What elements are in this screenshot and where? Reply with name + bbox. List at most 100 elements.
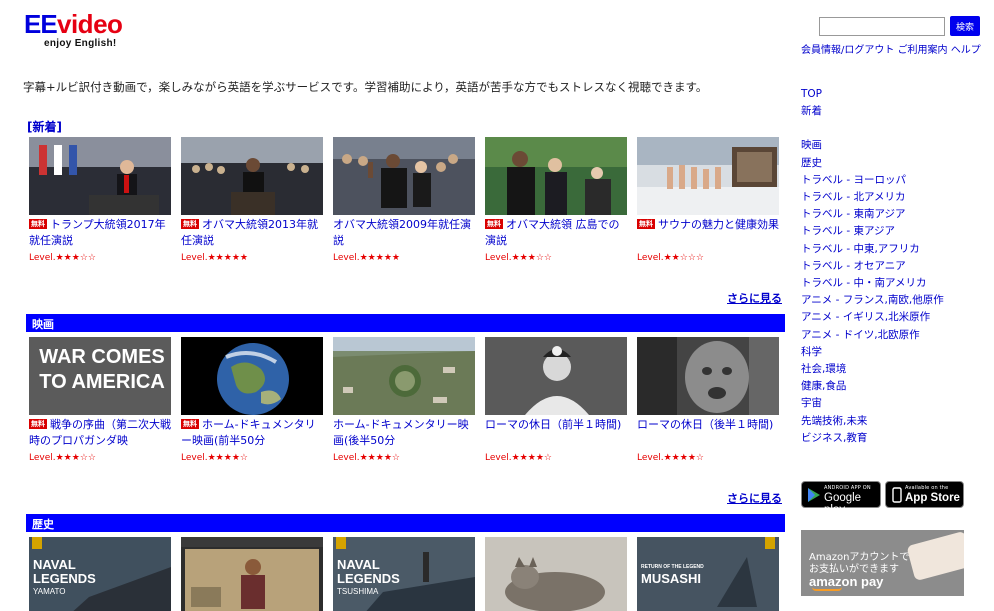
video-card[interactable]: 無料 オバマ大統領2013年就任演説 Level.★★★★★ (181, 137, 323, 263)
nav-item-travel-europe[interactable]: トラベル - ヨーロッパ (801, 172, 991, 189)
video-thumbnail[interactable] (637, 337, 779, 415)
video-thumbnail[interactable] (637, 137, 779, 215)
video-thumbnail[interactable] (181, 337, 323, 415)
thumbnail-caption: LEGENDS (337, 571, 400, 586)
search-input[interactable] (819, 17, 945, 36)
video-title[interactable]: 無料 戦争の序曲（第二次大戦時のプロパガンダ映 (29, 417, 171, 451)
video-title-text: オバマ大統領2013年就任演説 (181, 218, 318, 247)
thumbnail-caption: YAMATO (33, 587, 66, 596)
video-title[interactable]: 無料 トランプ大統領2017年就任演説 (29, 217, 171, 251)
free-badge: 無料 (181, 419, 199, 429)
phone-icon (892, 487, 902, 503)
video-thumbnail[interactable] (333, 337, 475, 415)
video-title[interactable]: ローマの休日（前半１時間) (485, 417, 627, 451)
nav-item-travel-southeast-asia[interactable]: トラベル - 東南アジア (801, 206, 991, 223)
video-card[interactable]: 無料 ホーム-ドキュメンタリー映画(前半50分 Level.★★★★☆ (181, 337, 323, 463)
video-title-text: ホーム-ドキュメンタリー映画(後半50分 (333, 418, 469, 447)
nav-item-health[interactable]: 健康,食品 (801, 378, 991, 395)
free-badge: 無料 (29, 419, 47, 429)
video-title[interactable]: ホーム-ドキュメンタリー映画(後半50分 (333, 417, 475, 451)
thumbnail-caption: NAVAL (33, 557, 76, 572)
nav-item-technology[interactable]: 先端技術,未来 (801, 413, 991, 430)
nav-item-business[interactable]: ビジネス,教育 (801, 430, 991, 447)
video-level: Level.★★★☆☆ (29, 253, 96, 263)
video-thumbnail[interactable] (333, 137, 475, 215)
nav-item-new[interactable]: 新着 (801, 103, 991, 120)
video-thumbnail[interactable] (485, 137, 627, 215)
video-title-text: ローマの休日（後半１時間) (637, 418, 774, 431)
video-thumbnail[interactable] (29, 137, 171, 215)
amazon-pay-banner[interactable]: Amazonアカウントで お支払いができます amazon pay (801, 530, 964, 596)
video-level: Level.★★★☆☆ (29, 453, 96, 463)
video-card[interactable]: 無料 サウナの魅力と健康効果 Level.★★☆☆☆ (637, 137, 779, 263)
video-card[interactable] (181, 537, 323, 611)
more-new-link[interactable]: さらに見る (727, 290, 782, 306)
video-title[interactable]: 無料 サウナの魅力と健康効果 (637, 217, 779, 251)
video-title[interactable]: 無料 ホーム-ドキュメンタリー映画(前半50分 (181, 417, 323, 451)
video-card[interactable]: NAVAL LEGENDS YAMATO (29, 537, 171, 611)
thumbnail-caption: LEGENDS (33, 571, 96, 586)
google-play-small-text: ANDROID APP ON (824, 485, 871, 491)
video-thumbnail[interactable] (181, 537, 323, 611)
category-nav: TOP 新着 映画 歴史 トラベル - ヨーロッパ トラベル - 北アメリカ ト… (801, 86, 991, 447)
thumbnail-caption: RETURN OF THE LEGEND (641, 564, 704, 570)
video-card[interactable]: 無料 オバマ大統領 広島での演説 Level.★★★☆☆ (485, 137, 627, 263)
video-card[interactable]: ローマの休日（前半１時間) Level.★★★★☆ (485, 337, 627, 463)
video-thumbnail[interactable]: WAR COMES TO AMERICA (29, 337, 171, 415)
nav-item-society[interactable]: 社会,環境 (801, 361, 991, 378)
video-title-text: サウナの魅力と健康効果 (658, 218, 779, 231)
video-level: Level.★★★★☆ (181, 453, 248, 463)
video-card[interactable]: ローマの休日（後半１時間) Level.★★★★☆ (637, 337, 779, 463)
nav-item-travel-middle-east-africa[interactable]: トラベル - 中東,アフリカ (801, 241, 991, 258)
nav-item-history[interactable]: 歴史 (801, 155, 991, 172)
video-card[interactable]: 無料 トランプ大統領2017年就任演説 Level.★★★☆☆ (29, 137, 171, 263)
nav-item-travel-latin-america[interactable]: トラベル - 中・南アメリカ (801, 275, 991, 292)
search-button[interactable]: 検索 (950, 16, 980, 36)
video-level: Level.★★★★★ (333, 253, 400, 263)
free-badge: 無料 (485, 219, 503, 229)
video-title-text: ホーム-ドキュメンタリー映画(前半50分 (181, 418, 316, 447)
thumbnail-caption: TSUSHIMA (337, 587, 379, 596)
video-title[interactable]: オバマ大統領2009年就任演説 (333, 217, 475, 251)
video-title[interactable]: 無料 オバマ大統領 広島での演説 (485, 217, 627, 251)
header-links: 会員情報/ログアウト ご利用案内 ヘルプ (801, 41, 981, 56)
video-card[interactable]: オバマ大統領2009年就任演説 Level.★★★★★ (333, 137, 475, 263)
guide-link[interactable]: ご利用案内 (898, 45, 948, 56)
video-title-text: オバマ大統領 広島での演説 (485, 218, 620, 247)
video-title[interactable]: 無料 オバマ大統領2013年就任演説 (181, 217, 323, 251)
video-level: Level.★★★☆☆ (485, 253, 552, 263)
video-card[interactable]: WAR COMES TO AMERICA 無料 戦争の序曲（第二次大戦時のプロパガ… (29, 337, 171, 463)
video-card[interactable] (485, 537, 627, 611)
video-card[interactable]: RETURN OF THE LEGEND MUSASHI (637, 537, 779, 611)
more-movie-link[interactable]: さらに見る (727, 490, 782, 506)
nav-item-movie[interactable]: 映画 (801, 137, 991, 154)
google-play-badge[interactable]: ANDROID APP ON Google play (801, 481, 881, 516)
video-thumbnail[interactable] (181, 137, 323, 215)
video-title-text: 戦争の序曲（第二次大戦時のプロパガンダ映 (29, 418, 171, 447)
video-thumbnail[interactable]: NAVAL LEGENDS TSUSHIMA (333, 537, 475, 611)
nav-item-anime-germany[interactable]: アニメ - ドイツ,北欧原作 (801, 327, 991, 344)
site-logo[interactable]: EE video enjoy English! (24, 10, 134, 50)
nav-item-anime-uk[interactable]: アニメ - イギリス,北米原作 (801, 309, 991, 326)
members-logout-link[interactable]: 会員情報/ログアウト (801, 45, 894, 56)
video-title[interactable]: ローマの休日（後半１時間) (637, 417, 779, 451)
nav-item-anime-france[interactable]: アニメ - フランス,南欧,他原作 (801, 292, 991, 309)
video-thumbnail[interactable]: RETURN OF THE LEGEND MUSASHI (637, 537, 779, 611)
video-card[interactable]: NAVAL LEGENDS TSUSHIMA (333, 537, 475, 611)
video-level: Level.★★★★★ (181, 253, 248, 263)
nav-item-travel-oceania[interactable]: トラベル - オセアニア (801, 258, 991, 275)
thumbnail-caption: NAVAL (337, 557, 380, 572)
free-badge: 無料 (29, 219, 47, 229)
nav-item-travel-east-asia[interactable]: トラベル - 東アジア (801, 223, 991, 240)
logo-ee: EE (24, 9, 58, 39)
nav-item-top[interactable]: TOP (801, 86, 991, 103)
video-card[interactable]: ホーム-ドキュメンタリー映画(後半50分 Level.★★★★☆ (333, 337, 475, 463)
help-link[interactable]: ヘルプ (951, 45, 981, 56)
video-thumbnail[interactable]: NAVAL LEGENDS YAMATO (29, 537, 171, 611)
nav-item-space[interactable]: 宇宙 (801, 395, 991, 412)
video-thumbnail[interactable] (485, 537, 627, 611)
video-thumbnail[interactable] (485, 337, 627, 415)
nav-item-science[interactable]: 科学 (801, 344, 991, 361)
nav-item-travel-north-america[interactable]: トラベル - 北アメリカ (801, 189, 991, 206)
app-store-badge[interactable]: Available on the App Store (885, 481, 964, 508)
